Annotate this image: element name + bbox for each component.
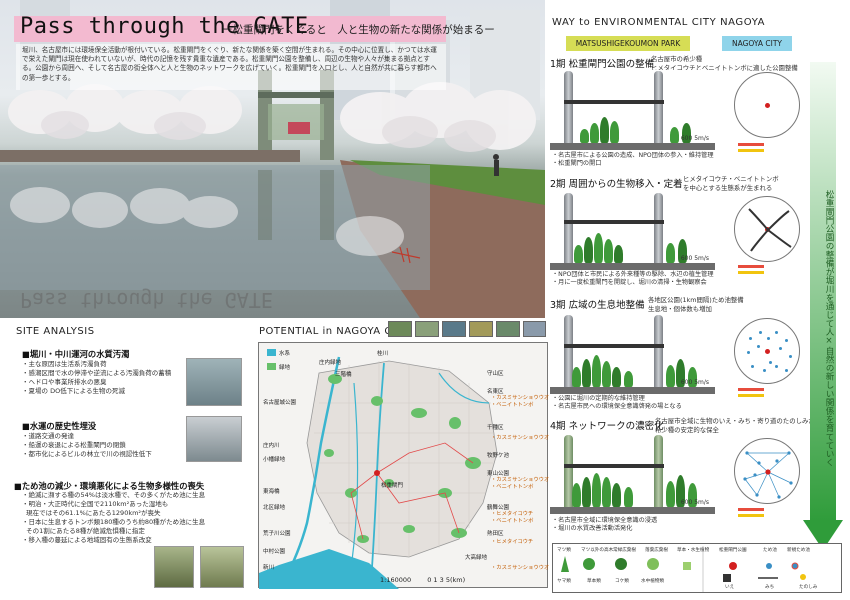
place-label: 守山区 (487, 371, 504, 377)
scale-ratio: 1:160000 (380, 576, 412, 584)
phase-1-network (734, 72, 800, 138)
place-label: 中村公園 (263, 549, 286, 555)
scale-marks: 0 1 3 5(km) (427, 576, 466, 584)
place-label: 北区緑地 (263, 505, 286, 511)
place-label: 庄内川 (263, 443, 280, 449)
phase-2-water: 600 5m/s (680, 255, 709, 262)
species-note: ・カスミサンショウウオ ・ベニイトトンボ (491, 395, 550, 408)
site-section-1-list: ・主な原因は生活系汚濁負荷 ・感潮区間で水の停滞や逆流による汚濁負荷の蓄積 ・ヘ… (22, 360, 172, 395)
species-note: ・カスミサンショウウオ (491, 565, 550, 571)
potential-map: 水系 緑地 庄内緑地 桂川 三階橋 名古屋城公園 庄内川 松重閘門 小幡緑地 東… (258, 342, 550, 589)
photo-insect (154, 546, 194, 588)
place-label: 小幡緑地 (263, 457, 286, 463)
photo-river (186, 358, 242, 406)
phase-3-diagram: 600 5m/s (550, 314, 715, 394)
phase-1-diagram: 600 5m/s (550, 70, 715, 150)
place-label: 牧野ケ池 (487, 453, 510, 459)
phase-2-title: 2期 周囲からの生物移入・定着 (550, 179, 683, 190)
place-label: 大高緑地 (465, 555, 488, 561)
phase-3-water: 600 5m/s (680, 379, 709, 386)
arrow-text: 松重閘門公園の整備が堀川を通じて人×自然の新しい関係を育てていく (824, 190, 834, 467)
place-label: 東海橋 (263, 489, 280, 495)
phase-1-title: 1期 松重閘門公園の整備 (550, 59, 655, 70)
phase-2-diagram: 600 5m/s (550, 192, 715, 270)
phase-4-bars (738, 508, 768, 528)
phase-3-caption: 各地区公園(1km間隔)ため池整備 生息地・個体数も増加 (648, 296, 744, 313)
site-section-1-head: ■堀川・中川運河の水質汚濁 (22, 349, 130, 359)
phase-3-bars (738, 388, 768, 408)
subtitle: ー松重閘門をくぐると 人と生物の新たな関係が始まるー (222, 24, 495, 36)
diagram-legend: マツ類 マツ以外の高木 常緑広葉樹 落葉広葉樹 草本・水生植物 ヤマ類 草本類 … (552, 543, 842, 593)
tag-park: MATSUSHIGEKOUMON PARK (566, 36, 690, 51)
site-section-2-list: ・道路交通の発達 ・船運の衰退による松重閘門の閉鎖 ・都市化によるビルの林立で川… (22, 432, 152, 458)
phase-2-network (734, 196, 800, 262)
lead-text: 堀川、名古屋市には環境保全活動が根付いている。松重閘門をくぐり、新たな関係を築く… (16, 44, 446, 90)
place-label: 新川 (263, 565, 275, 571)
phase-1-bars (738, 143, 768, 163)
phase-4-network (734, 438, 800, 504)
phase-4-caption: 名古屋市全域に生物のいえ・みち・寄り道のたのしみが増え、 希少種の安定的な保全 (655, 417, 834, 434)
legend-water-label: 水系 (279, 351, 291, 357)
place-label: 千種区 (487, 425, 504, 431)
potential-heading: POTENTIAL in NAGOYA CITY (259, 326, 409, 337)
place-label: 熱田区 (487, 531, 504, 537)
phase-4-water: 600 5m/s (680, 499, 709, 506)
phase-3-network (734, 318, 800, 384)
photo-gate (186, 416, 242, 462)
title-reflection: Pass through the GATE (20, 288, 273, 312)
phase-1-water: 600 5m/s (680, 135, 709, 142)
tag-city: NAGOYA CITY (722, 36, 792, 51)
phase-4-title: 4期 ネットワークの濃密化 (550, 421, 664, 432)
phase-2-bullets: ・NPO団体と市民による外来種等の駆除、水辺の植生管理 ・月に一度松重閘門を開錠… (552, 271, 714, 287)
place-label: 庄内緑地 (319, 360, 342, 366)
site-section-2-head: ■水運の歴史性埋没 (22, 421, 97, 431)
site-section-3-list: ・絶滅に瀕する種の54%は淡水種で、その多くがため池に生息 ・明治・大正時代に全… (22, 491, 206, 544)
phase-1-bullets: ・名古屋市による公園の造成、NPO団体の参入・維持管理 ・松重閘門の開口 (552, 152, 714, 168)
map-scale: 1:160000 0 1 3 5(km) (380, 576, 465, 584)
place-label: 荒子川公園 (263, 531, 291, 537)
legend-green-label: 緑地 (279, 365, 291, 371)
species-note: ・ヒメタイコウチ ・ベニイトトンボ (491, 511, 534, 524)
phase-3-title: 3期 広域の生息地整備 (550, 300, 645, 311)
place-label: 名古屋城公園 (263, 400, 297, 406)
place-label: 桂川 (377, 351, 389, 357)
place-label: 東山公園 (487, 471, 510, 477)
species-note: ・カスミサンショウウオ (491, 435, 550, 441)
photo-dragonfly (200, 546, 244, 588)
phase-3-bullets: ・公園に堀川の定期的な維持管理 ・名古屋市民への環境保全意識啓発の場となる (552, 395, 682, 411)
place-label: 三階橋 (335, 372, 352, 378)
place-label: 名東区 (487, 389, 504, 395)
species-note: ・カスミサンショウウオ ・ベニイトトンボ (491, 477, 550, 490)
way-heading: WAY to ENVIRONMENTAL CITY NAGOYA (552, 17, 766, 28)
site-analysis-heading: SITE ANALYSIS (16, 326, 95, 337)
species-photo-strip (388, 321, 546, 337)
phase-4-diagram: 600 5m/s (550, 434, 715, 514)
species-note: ・ヒメタイコウチ (491, 539, 534, 545)
phase-2-bars (738, 265, 768, 285)
place-label: 松重閘門 (381, 483, 404, 489)
phase-2-caption: ヒメタイコウチ・ベニイトトンボ を中心とする生態系が生まれる (683, 175, 779, 192)
hero-panel: Pass through the GATE ー松重閘門をくぐると 人と生物の新た… (0, 0, 545, 318)
phase-4-bullets: ・名古屋市全域に環境保全意識の浸透 ・堀川の水質改善活動活発化 (552, 517, 658, 533)
place-label: 鶴舞公園 (487, 505, 510, 511)
